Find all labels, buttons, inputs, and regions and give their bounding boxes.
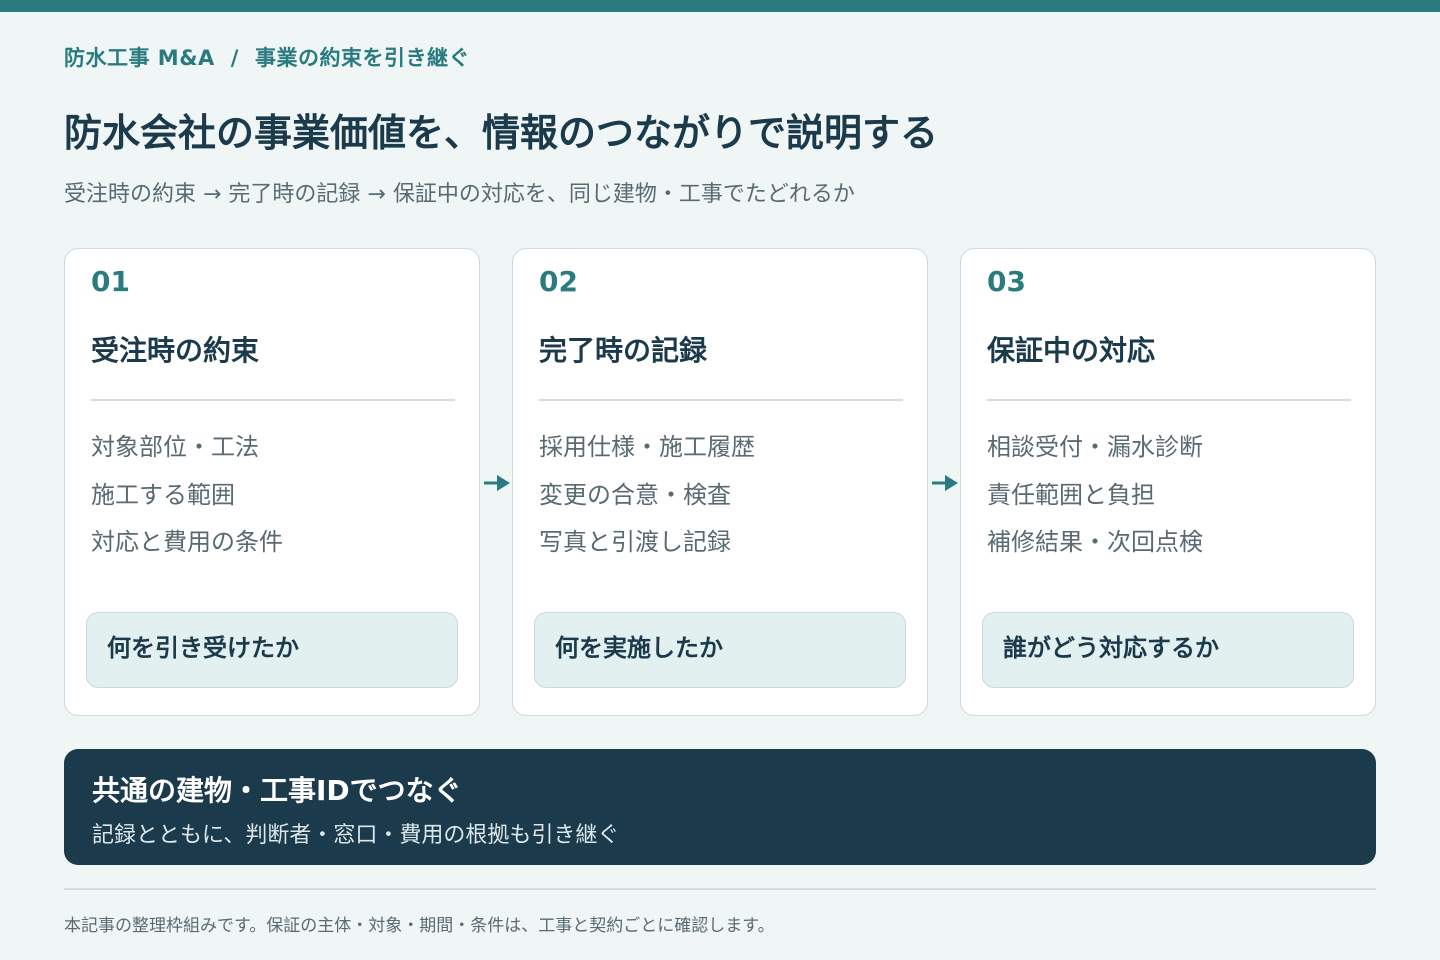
step-item-list: 相談受付・漏水診断 責任範囲と負担 補修結果・次回点検 <box>987 429 1203 572</box>
divider <box>987 399 1351 401</box>
arrow-right-icon <box>932 475 958 491</box>
list-item: 相談受付・漏水診断 <box>987 433 1203 461</box>
step-question-tag: 誰がどう対応するか <box>982 612 1354 688</box>
page-subtitle: 受注時の約束 → 完了時の記録 → 保証中の対応を、同じ建物・工事でたどれるか <box>64 182 855 207</box>
footnote: 本記事の整理枠組みです。保証の主体・対象・期間・条件は、工事と契約ごとに確認しま… <box>64 916 775 936</box>
arrow-right-icon <box>484 475 510 491</box>
top-accent-bar <box>0 0 1440 12</box>
breadcrumb-separator: / <box>230 46 239 70</box>
divider <box>91 399 455 401</box>
banner-text: 記録とともに、判断者・窓口・費用の根拠も引き継ぐ <box>92 823 620 848</box>
breadcrumb-section: 防水工事 M&A <box>64 46 215 70</box>
list-item: 採用仕様・施工履歴 <box>539 433 755 461</box>
step-number: 02 <box>539 265 578 298</box>
step-number: 01 <box>91 265 130 298</box>
list-item: 施工する範囲 <box>91 480 235 509</box>
step-card-3: 03 保証中の対応 相談受付・漏水診断 責任範囲と負担 補修結果・次回点検 誰が… <box>960 248 1376 716</box>
step-title: 受注時の約束 <box>91 334 260 367</box>
step-item-list: 採用仕様・施工履歴 変更の合意・検査 写真と引渡し記録 <box>539 429 755 572</box>
breadcrumb-topic: 事業の約束を引き継ぐ <box>254 46 470 70</box>
page-title: 防水会社の事業価値を、情報のつながりで説明する <box>64 111 939 155</box>
list-item: 補修結果・次回点検 <box>987 528 1203 556</box>
list-item: 責任範囲と負担 <box>987 480 1155 509</box>
step-title: 保証中の対応 <box>987 334 1156 367</box>
step-item-list: 対象部位・工法 施工する範囲 対応と費用の条件 <box>91 429 283 572</box>
list-item: 対象部位・工法 <box>91 433 259 461</box>
step-title: 完了時の記録 <box>539 334 708 367</box>
list-item: 対応と費用の条件 <box>91 528 283 556</box>
step-card-1: 01 受注時の約束 対象部位・工法 施工する範囲 対応と費用の条件 何を引き受け… <box>64 248 480 716</box>
divider <box>539 399 903 401</box>
list-item: 写真と引渡し記録 <box>539 528 731 556</box>
breadcrumb: 防水工事 M&A / 事業の約束を引き継ぐ <box>64 42 470 72</box>
step-card-2: 02 完了時の記録 採用仕様・施工履歴 変更の合意・検査 写真と引渡し記録 何を… <box>512 248 928 716</box>
step-number: 03 <box>987 265 1026 298</box>
banner-title: 共通の建物・工事IDでつなぐ <box>92 774 462 807</box>
list-item: 変更の合意・検査 <box>539 480 731 509</box>
footer-divider <box>64 888 1376 890</box>
step-question-tag: 何を実施したか <box>534 612 906 688</box>
summary-banner: 共通の建物・工事IDでつなぐ 記録とともに、判断者・窓口・費用の根拠も引き継ぐ <box>64 749 1376 865</box>
step-question-tag: 何を引き受けたか <box>86 612 458 688</box>
